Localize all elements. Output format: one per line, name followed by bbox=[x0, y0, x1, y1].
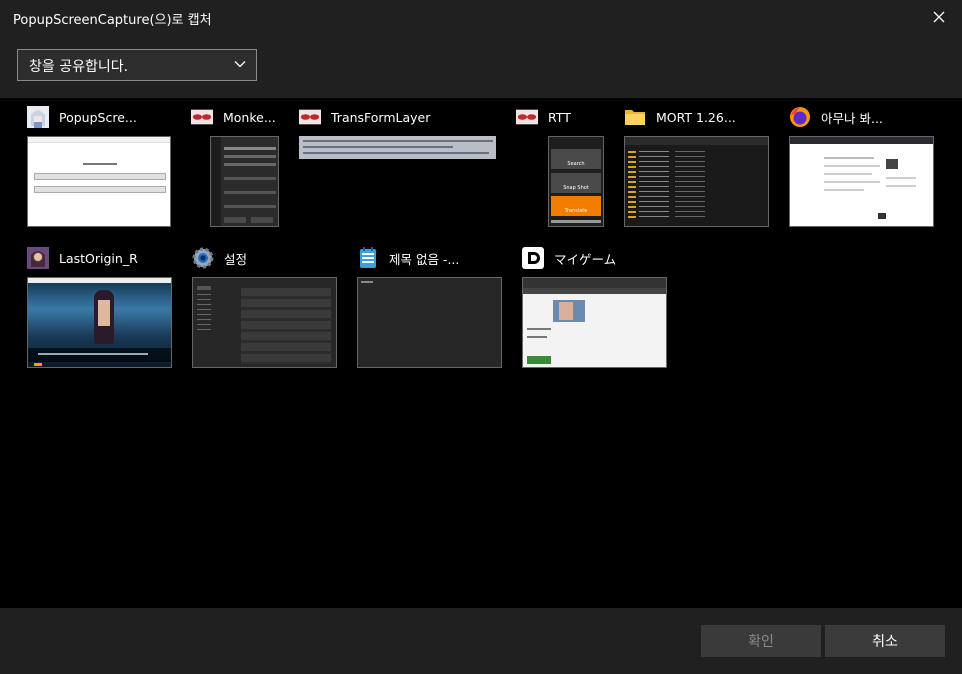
notepad-icon bbox=[357, 247, 379, 269]
window-item-title: RTT bbox=[548, 109, 571, 125]
window-item-header: 설정 bbox=[192, 245, 362, 271]
footer-bar: 확인 취소 bbox=[0, 608, 962, 674]
window-item-title: PopupScre... bbox=[59, 109, 137, 125]
window-item-firefox[interactable]: 아무나 봐... bbox=[789, 98, 939, 233]
rtt-snap-label: Snap Shot bbox=[563, 185, 589, 191]
window-item-transformlayer[interactable]: TransFormLayer bbox=[299, 98, 496, 233]
window-item-settings[interactable]: 설정 bbox=[192, 239, 342, 374]
window-item-header: MORT 1.26... bbox=[624, 104, 794, 130]
close-icon bbox=[933, 11, 945, 23]
share-mode-dropdown[interactable]: 창을 공유합니다. bbox=[17, 49, 257, 81]
title-bar: PopupScreenCapture(으)로 캡처 bbox=[0, 0, 962, 36]
window-title: PopupScreenCapture(으)로 캡처 bbox=[13, 13, 212, 28]
firefox-icon bbox=[789, 106, 811, 128]
close-button[interactable] bbox=[916, 0, 962, 34]
window-item-title: LastOrigin_R bbox=[59, 250, 138, 266]
window-item-mort[interactable]: MORT 1.26... bbox=[624, 98, 774, 233]
window-item-header: 제목 없음 -... bbox=[357, 245, 527, 271]
rtt-translate-label: Translate bbox=[564, 208, 588, 214]
gear-icon bbox=[192, 247, 214, 269]
red-eyes-icon bbox=[516, 106, 538, 128]
window-item-title: 제목 없음 -... bbox=[389, 251, 460, 267]
window-thumbnail: Search Snap Shot Translate bbox=[548, 136, 604, 227]
d-logo-icon bbox=[522, 247, 544, 269]
red-eyes-icon bbox=[299, 106, 321, 128]
game-avatar-icon bbox=[27, 247, 49, 269]
window-thumbnail bbox=[27, 136, 171, 227]
window-item-lastorigin[interactable]: LastOrigin_R bbox=[27, 239, 177, 374]
rtt-search-label: Search bbox=[567, 161, 585, 167]
window-item-title: 아무나 봐... bbox=[821, 110, 883, 126]
anime-avatar-icon bbox=[27, 106, 49, 128]
cancel-button[interactable]: 취소 bbox=[825, 625, 945, 657]
window-thumbnail bbox=[357, 277, 502, 368]
folder-icon bbox=[624, 106, 646, 128]
window-grid: PopupScre... Monke... TransFormLayer RTT… bbox=[0, 98, 962, 608]
red-eyes-icon bbox=[191, 106, 213, 128]
window-item-title: 설정 bbox=[224, 251, 248, 267]
window-item-title: Monke... bbox=[223, 109, 276, 125]
window-thumbnail bbox=[27, 277, 172, 368]
window-item-header: 아무나 봐... bbox=[789, 104, 959, 130]
window-item-header: マイゲーム bbox=[522, 245, 692, 271]
window-item-notepad[interactable]: 제목 없음 -... bbox=[357, 239, 507, 374]
window-thumbnail bbox=[789, 136, 934, 227]
window-thumbnail bbox=[299, 136, 496, 159]
share-mode-label: 창을 공유합니다. bbox=[29, 59, 129, 75]
window-item-title: TransFormLayer bbox=[331, 109, 431, 125]
chevron-down-icon bbox=[234, 61, 246, 68]
ok-button[interactable]: 확인 bbox=[701, 625, 821, 657]
window-thumbnail bbox=[624, 136, 769, 227]
window-item-header: PopupScre... bbox=[27, 104, 197, 130]
window-item-title: MORT 1.26... bbox=[656, 109, 736, 125]
window-item-popupscreencapture[interactable]: PopupScre... bbox=[27, 98, 177, 233]
window-thumbnail bbox=[522, 277, 667, 368]
window-thumbnail bbox=[210, 136, 279, 227]
window-item-header: TransFormLayer bbox=[299, 104, 469, 130]
window-item-title: マイゲーム bbox=[554, 251, 617, 267]
header-bar: 창을 공유합니다. bbox=[0, 36, 962, 98]
window-item-mygame[interactable]: マイゲーム bbox=[522, 239, 672, 374]
window-item-header: LastOrigin_R bbox=[27, 245, 197, 271]
window-thumbnail bbox=[192, 277, 337, 368]
